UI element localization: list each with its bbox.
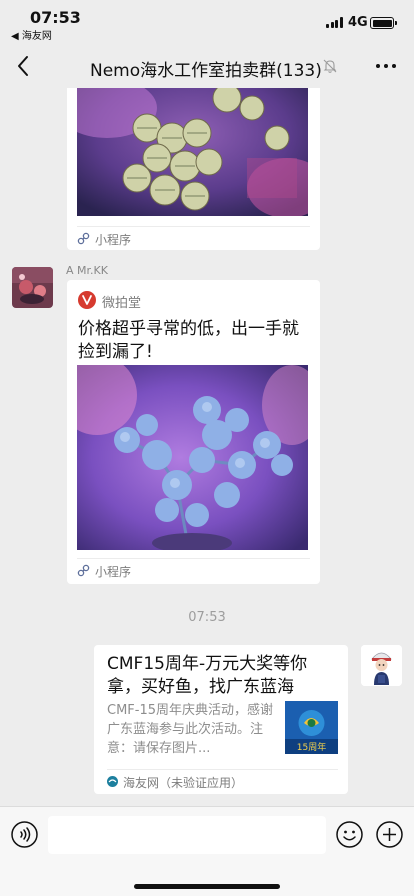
chevron-left-icon[interactable] xyxy=(12,54,36,78)
plus-icon[interactable] xyxy=(376,821,403,848)
bell-off-icon xyxy=(323,59,337,73)
weipaitang-logo-icon xyxy=(78,291,96,309)
status-bar: 07:53 ◀ 海友网 4G xyxy=(0,0,414,44)
mini-program-footer: 小程序 xyxy=(77,558,310,582)
back-to-app-link[interactable]: ◀ 海友网 xyxy=(11,27,52,42)
signal-icon xyxy=(326,17,343,28)
link-source-label: 海友网（未验证应用） xyxy=(123,776,244,790)
thumbnail-caption: 15周年 xyxy=(296,743,327,753)
coral-image xyxy=(77,365,308,550)
message-input[interactable] xyxy=(48,816,326,854)
link-thumbnail: 15周年 xyxy=(285,701,338,754)
link-source: 海友网（未验证应用） xyxy=(107,769,338,793)
voice-icon[interactable] xyxy=(11,821,38,848)
mini-program-link-icon xyxy=(77,564,90,577)
link-description: CMF-15周年庆典活动，感谢广东蓝海参与此次活动。注意：请保存图片... xyxy=(107,703,274,756)
message-timestamp: 07:53 xyxy=(188,610,226,625)
sender-name: A Mr.KK xyxy=(66,264,108,277)
mini-program-label: 小程序 xyxy=(95,233,132,247)
mini-program-source: 微拍堂 xyxy=(102,296,142,311)
network-type: 4G xyxy=(348,15,368,30)
mini-program-title: 价格超乎寻常的低，出一手就捡到漏了! xyxy=(78,319,299,362)
haiyou-logo-icon xyxy=(107,776,118,787)
mini-program-footer: 小程序 xyxy=(77,226,310,250)
chat-title: Nemo海水工作室拍卖群(133) xyxy=(90,61,322,81)
battery-icon xyxy=(370,17,397,29)
nav-bar: Nemo海水工作室拍卖群(133) xyxy=(0,44,414,88)
link-card[interactable]: CMF15周年-万元大奖等你拿，买好鱼，找广东蓝海 CMF-15周年庆典活动，感… xyxy=(94,645,348,794)
status-time: 07:53 xyxy=(30,8,81,27)
avatar[interactable] xyxy=(12,267,53,308)
link-title: CMF15周年-万元大奖等你拿，买好鱼，找广东蓝海 xyxy=(107,654,308,697)
home-indicator[interactable] xyxy=(134,884,280,889)
emoji-icon[interactable] xyxy=(336,821,363,848)
mini-program-label: 小程序 xyxy=(95,565,132,579)
coral-image xyxy=(77,88,308,216)
mini-program-link-icon xyxy=(77,232,90,245)
my-avatar[interactable] xyxy=(361,645,402,686)
mini-program-card[interactable]: 小程序 xyxy=(67,88,320,250)
chat-message-list[interactable]: 小程序 A Mr.KK 微拍堂 价格超乎寻常的低，出一手就捡到漏了! 小程序 0… xyxy=(0,88,414,806)
input-bar xyxy=(0,806,414,896)
more-dots-icon[interactable] xyxy=(374,56,398,76)
mini-program-card[interactable]: 微拍堂 价格超乎寻常的低，出一手就捡到漏了! 小程序 xyxy=(67,280,320,584)
